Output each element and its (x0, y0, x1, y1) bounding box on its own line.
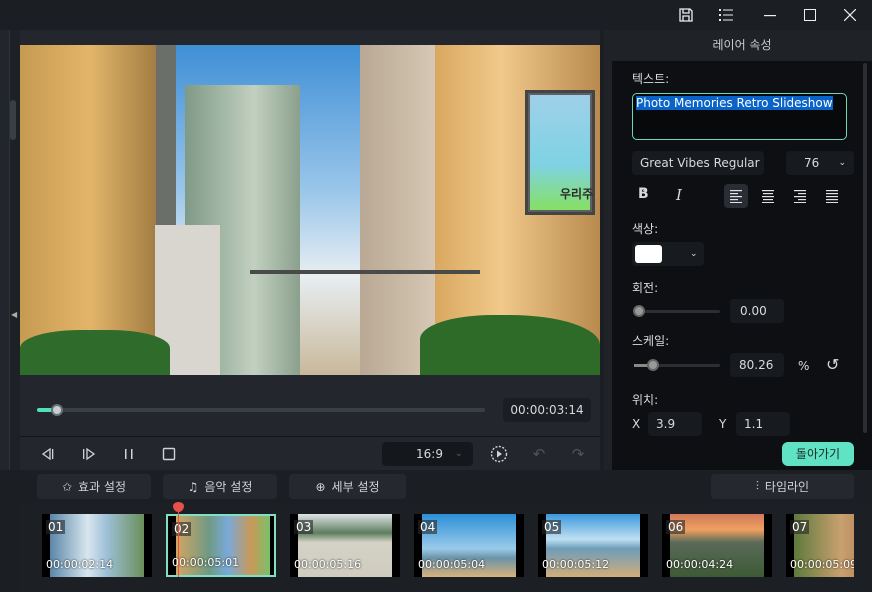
billboard-text: 우리주 (560, 187, 594, 201)
panel-separator[interactable] (604, 30, 612, 470)
music-label: 음악 설정 (204, 480, 253, 494)
pause-icon[interactable] (119, 444, 139, 464)
panel-scrollbar[interactable] (863, 63, 867, 433)
clip-number: 06 (666, 520, 686, 534)
rotation-input[interactable]: 0.00 (730, 299, 784, 323)
globe-icon: ⊕ (315, 479, 326, 494)
position-y-input[interactable]: 1.1 (736, 412, 790, 436)
collapse-left-icon[interactable]: ◀ (11, 310, 17, 319)
timeline-icon: ⫶ (755, 479, 759, 493)
scale-input[interactable]: 80.26 (730, 353, 784, 377)
color-swatch (635, 245, 662, 263)
undo-icon[interactable]: ↶ (529, 444, 549, 464)
title-bar (0, 0, 872, 30)
prev-frame-icon[interactable] (38, 444, 58, 464)
y-label: Y (719, 417, 727, 431)
align-center-icon[interactable] (760, 189, 776, 203)
playhead[interactable] (178, 502, 179, 577)
rotation-label: 회전: (632, 281, 659, 295)
music-settings-button[interactable]: ♫ 음악 설정 (163, 474, 277, 499)
font-size-value: 76 (804, 156, 820, 170)
clip-duration: 00:00:05:04 (418, 558, 486, 571)
chevron-down-icon: ⌄ (838, 158, 846, 168)
aspect-ratio-select[interactable]: 16:9 ⌄ (382, 442, 473, 466)
current-time: 00:00:03:14 (503, 398, 591, 422)
bold-button[interactable]: B (638, 186, 649, 202)
redo-icon[interactable]: ↷ (568, 444, 588, 464)
align-left-icon[interactable] (728, 189, 744, 203)
clip-duration: 00:00:05:09 (790, 558, 854, 571)
seek-handle[interactable] (51, 404, 63, 416)
left-collapsed-panel (0, 30, 10, 470)
clip-duration: 00:00:05:01 (172, 556, 240, 569)
font-size-select[interactable]: 76 ⌄ (786, 151, 854, 175)
next-frame-icon[interactable] (79, 444, 99, 464)
text-input-value: Photo Memories Retro Slideshow (636, 96, 833, 110)
save-icon[interactable] (672, 4, 700, 26)
clip-number: 01 (46, 520, 66, 534)
align-right-icon[interactable] (792, 189, 808, 203)
rotation-handle[interactable] (633, 305, 645, 317)
italic-button[interactable]: I (676, 186, 682, 204)
effects-settings-button[interactable]: ✩ 효과 설정 (37, 474, 151, 499)
seek-bar[interactable] (37, 408, 485, 412)
chevron-down-icon: ⌄ (454, 448, 463, 459)
reset-icon[interactable]: ↺ (826, 355, 839, 374)
clip-duration: 00:00:05:16 (294, 558, 362, 571)
details-label: 세부 설정 (331, 480, 380, 494)
maximize-icon[interactable] (796, 4, 824, 26)
clip-thumbnail[interactable]: 01 00:00:02:14 (42, 514, 152, 577)
clip-number: 05 (542, 520, 562, 534)
clip-thumbnail[interactable]: 07 00:00:05:09 (786, 514, 854, 577)
preview-play-icon[interactable] (489, 444, 509, 464)
timeline-button[interactable]: ⫶ 타임라인 (711, 474, 854, 499)
preview-image: 우리주 (20, 45, 600, 375)
aspect-ratio-value: 16:9 (416, 447, 443, 461)
clip-thumbnail[interactable]: 04 00:00:05:04 (414, 514, 524, 577)
clip-number: 07 (790, 520, 810, 534)
align-justify-icon[interactable] (824, 189, 840, 203)
scale-handle[interactable] (647, 359, 659, 371)
effects-label: 효과 설정 (78, 480, 127, 494)
panel-title: 레이어 속성 (612, 30, 872, 61)
music-note-icon: ♫ (187, 479, 199, 494)
clip-thumbnail[interactable]: 05 00:00:05:12 (538, 514, 648, 577)
clip-thumbnail[interactable]: 06 00:00:04:24 (662, 514, 772, 577)
x-label: X (632, 417, 641, 431)
clip-thumbnail[interactable]: 03 00:00:05:16 (290, 514, 400, 577)
list-icon[interactable] (712, 4, 740, 26)
color-label: 색상: (632, 222, 659, 236)
text-label: 텍스트: (632, 72, 670, 86)
detail-settings-button[interactable]: ⊕ 세부 설정 (289, 474, 406, 499)
clip-thumbnail[interactable]: 02 00:00:05:01 (166, 514, 276, 577)
divider (20, 436, 600, 437)
clip-duration: 00:00:05:12 (542, 558, 610, 571)
text-input[interactable]: Photo Memories Retro Slideshow (632, 93, 847, 140)
clip-number: 02 (172, 522, 192, 536)
minimize-icon[interactable] (756, 4, 784, 26)
close-icon[interactable] (836, 4, 864, 26)
clip-number: 04 (418, 520, 438, 534)
scale-unit: % (798, 359, 810, 373)
clip-duration: 00:00:02:14 (46, 558, 114, 571)
rotation-slider[interactable] (634, 310, 720, 313)
position-x-input[interactable]: 3.9 (648, 412, 702, 436)
magic-wand-icon: ✩ (61, 479, 73, 494)
position-label: 위치: (632, 393, 659, 407)
timeline-label: 타임라인 (764, 480, 810, 494)
stop-icon[interactable] (159, 444, 179, 464)
clip-duration: 00:00:04:24 (666, 558, 734, 571)
scale-label: 스케일: (632, 334, 670, 348)
back-button[interactable]: 돌아가기 (782, 442, 854, 466)
clip-number: 03 (294, 520, 314, 534)
font-value: Great Vibes Regular (640, 156, 760, 170)
left-scrollbar[interactable]: ◀ (10, 30, 20, 470)
font-select[interactable]: Great Vibes Regular ⌄ (632, 151, 764, 194)
chevron-down-icon: ⌄ (690, 249, 698, 259)
color-picker[interactable]: ⌄ (632, 242, 704, 266)
